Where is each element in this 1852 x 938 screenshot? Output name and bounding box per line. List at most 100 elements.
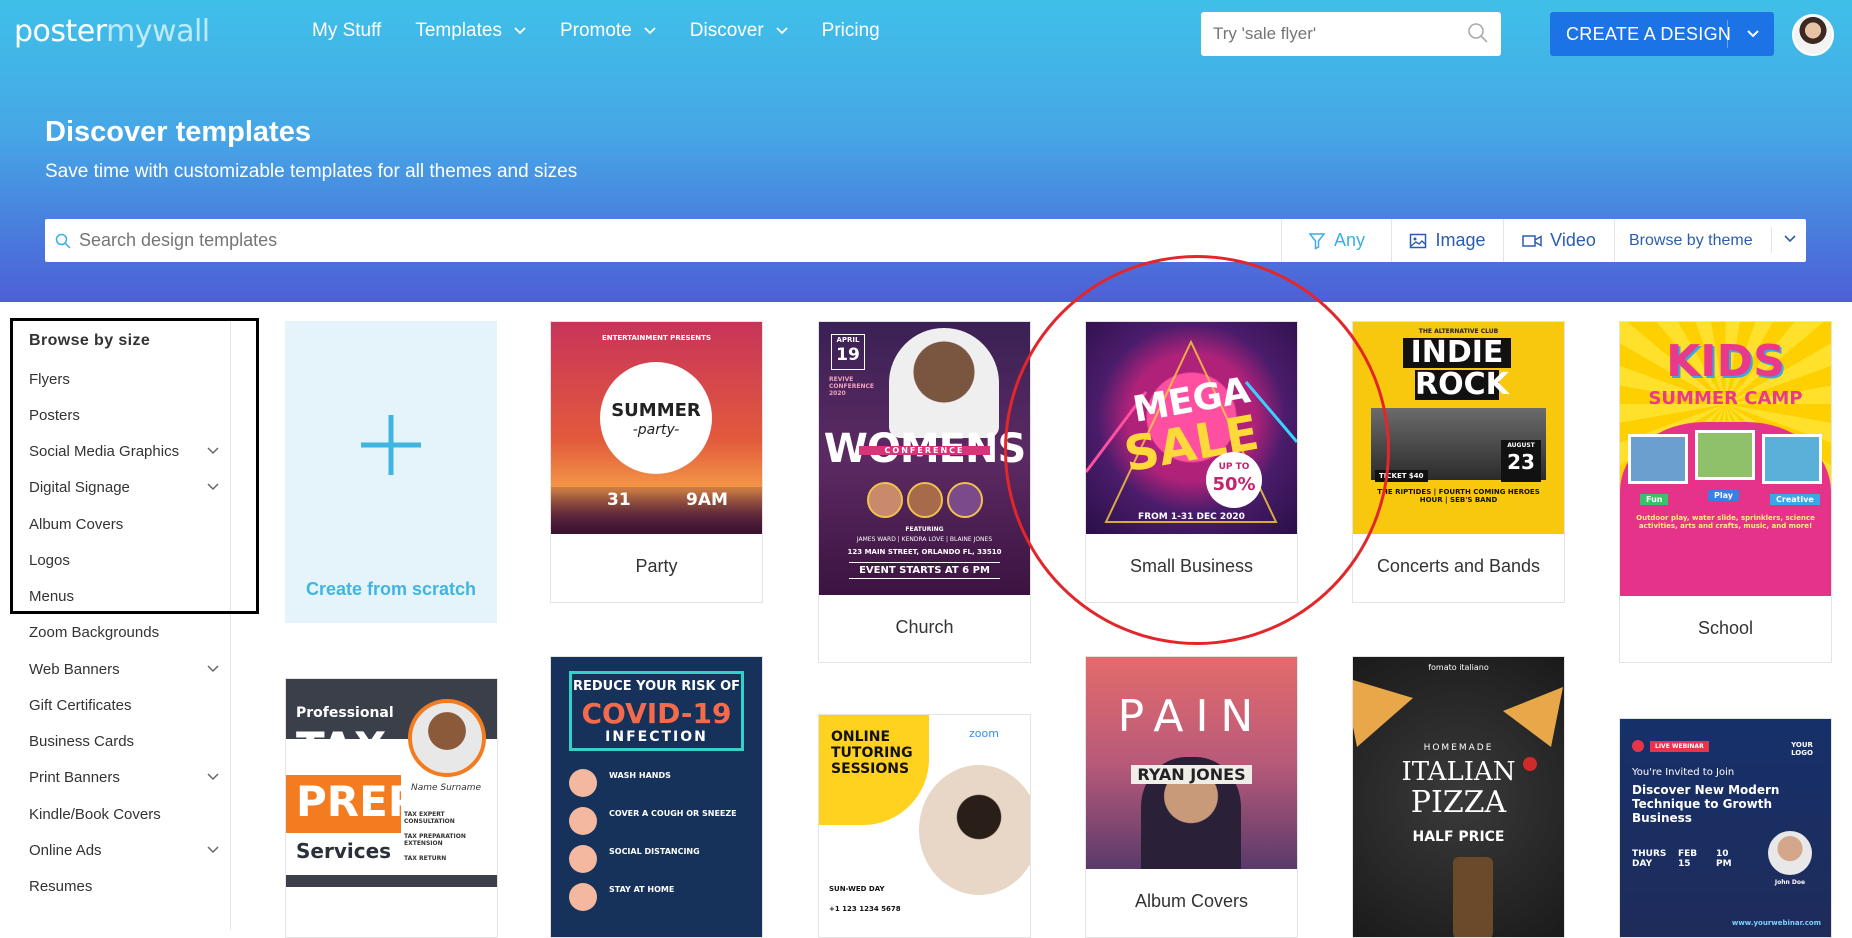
thumb-photo bbox=[1762, 434, 1822, 484]
sidebar-item-label: Social Media Graphics bbox=[29, 442, 180, 460]
template-search-bar: Any Image Video Browse by theme bbox=[45, 219, 1806, 262]
template-card-online-tutoring[interactable]: ONLINE TUTORING SESSIONS zoom SUN-WED DA… bbox=[818, 714, 1031, 938]
sidebar-item-zoom-backgrounds[interactable]: Zoom Backgrounds bbox=[29, 617, 219, 647]
filter-any-button[interactable]: Any bbox=[1282, 219, 1392, 262]
create-from-scratch-card[interactable]: Create from scratch bbox=[285, 321, 497, 623]
template-card-tax-prep[interactable]: Professional TAX PREP Services Name Surn… bbox=[285, 678, 498, 938]
template-card-covid[interactable]: REDUCE YOUR RISK OF COVID-19 INFECTION W… bbox=[550, 656, 763, 938]
chevron-down-icon bbox=[776, 27, 788, 35]
chevron-down-icon[interactable] bbox=[207, 482, 219, 492]
thumb-photo bbox=[1628, 434, 1688, 484]
sidebar-item-business-cards[interactable]: Business Cards bbox=[29, 726, 219, 756]
thumb-text: RYAN JONES bbox=[1131, 765, 1252, 784]
thumb-text: STAY AT HOME bbox=[609, 885, 675, 894]
chevron-down-icon[interactable] bbox=[1746, 28, 1760, 40]
top-search-input[interactable] bbox=[1213, 24, 1453, 44]
thumb-text: +1 123 1234 5678 bbox=[829, 905, 901, 913]
thumb-text: TAX EXPERT CONSULTATION bbox=[404, 811, 455, 825]
thumb-photo bbox=[1695, 430, 1755, 480]
chevron-down-icon[interactable] bbox=[207, 772, 219, 782]
thumb-text: SOCIAL DISTANCING bbox=[609, 847, 700, 856]
nav-templates[interactable]: Templates bbox=[415, 20, 526, 42]
template-card-school[interactable]: KIDS SUMMER CAMP Fun Play Creative Outdo… bbox=[1619, 321, 1832, 663]
template-card-album-covers[interactable]: PAIN RYAN JONES Album Covers bbox=[1085, 656, 1298, 938]
thumb-text: THE ALTERNATIVE CLUB bbox=[1418, 328, 1499, 335]
thumb-text: CONFERENCE bbox=[859, 446, 990, 455]
template-thumbnail-church: APRIL 19 REVIVE CONFERENCE 2020 WOMENS C… bbox=[819, 322, 1030, 595]
sidebar-item-gift-certificates[interactable]: Gift Certificates bbox=[29, 690, 219, 720]
sidebar-item-flyers[interactable]: Flyers bbox=[29, 364, 219, 394]
sidebar-item-menus[interactable]: Menus bbox=[29, 581, 219, 611]
top-search-box[interactable] bbox=[1201, 12, 1501, 56]
sidebar-item-label: Print Banners bbox=[29, 768, 120, 786]
thumb-text: INDIE bbox=[1403, 338, 1511, 368]
filter-video-button[interactable]: Video bbox=[1504, 219, 1615, 262]
nav-label: Promote bbox=[559, 20, 632, 41]
create-a-design-button[interactable]: CREATE A DESIGN bbox=[1550, 12, 1774, 56]
thumb-text: SUN-WED DAY bbox=[829, 885, 885, 893]
thumb-text: Fun bbox=[1640, 494, 1669, 505]
thumb-text: COVID-19 bbox=[581, 697, 732, 730]
sidebar-item-social-media-graphics[interactable]: Social Media Graphics bbox=[29, 436, 219, 466]
chevron-down-icon[interactable] bbox=[207, 446, 219, 456]
thumb-text: Name Surname bbox=[410, 783, 482, 793]
thumb-text: YOUR LOGO bbox=[1791, 741, 1813, 757]
search-icon[interactable] bbox=[1467, 22, 1489, 44]
template-card-small-business[interactable]: MEGA SALE UP TO 50% FROM 1-31 DEC 2020 S… bbox=[1085, 321, 1298, 603]
browse-by-theme-dropdown[interactable]: Browse by theme bbox=[1615, 219, 1806, 262]
thumb-text: REDUCE YOUR RISK OF bbox=[572, 679, 741, 694]
sidebar-item-kindle-book-covers[interactable]: Kindle/Book Covers bbox=[29, 799, 219, 829]
user-avatar[interactable] bbox=[1792, 14, 1834, 56]
nav-promote[interactable]: Promote bbox=[560, 20, 656, 42]
thumb-student-photo bbox=[919, 765, 1030, 895]
thumb-text: TICKET $40 bbox=[1375, 470, 1428, 482]
thumb-text: 19 bbox=[836, 345, 860, 365]
template-card-concerts-and-bands[interactable]: THE ALTERNATIVE CLUB INDIE ROCK TICKET $… bbox=[1352, 321, 1565, 603]
sidebar-item-logos[interactable]: Logos bbox=[29, 545, 219, 575]
nav-pricing[interactable]: Pricing bbox=[822, 20, 880, 42]
template-card-party[interactable]: ENTERTAINMENT PRESENTS SUMMER -party- 31… bbox=[550, 321, 763, 603]
thumb-text: FEATURING bbox=[905, 526, 944, 533]
thumb-text: ITALIAN bbox=[1401, 757, 1516, 787]
thumb-text: 123 MAIN STREET, ORLANDO FL, 33510 bbox=[847, 548, 1002, 556]
create-from-scratch-label: Create from scratch bbox=[305, 579, 477, 599]
thumb-icon-cough bbox=[569, 807, 597, 835]
page-title: Discover templates bbox=[45, 116, 311, 148]
template-search-field[interactable] bbox=[45, 219, 1282, 262]
chevron-down-icon[interactable] bbox=[207, 664, 219, 674]
sidebar-item-resumes[interactable]: Resumes bbox=[29, 871, 219, 901]
template-card-webinar[interactable]: LIVE WEBINAR YOUR LOGO You're Invited to… bbox=[1619, 718, 1832, 938]
thumb-text: John Doe bbox=[1774, 879, 1806, 886]
template-caption: Church bbox=[895, 617, 954, 637]
template-caption: Party bbox=[635, 556, 678, 576]
nav-my-stuff[interactable]: My Stuff bbox=[312, 20, 381, 42]
nav-discover[interactable]: Discover bbox=[690, 20, 788, 42]
filter-video-label: Video bbox=[1550, 230, 1596, 250]
thumb-pizza-slice bbox=[1353, 677, 1413, 747]
thumb-text: WASH HANDS bbox=[609, 771, 671, 780]
template-thumbnail-album: PAIN RYAN JONES bbox=[1086, 657, 1297, 869]
chevron-down-icon[interactable] bbox=[207, 845, 219, 855]
sidebar-item-album-covers[interactable]: Album Covers bbox=[29, 509, 219, 539]
sidebar-item-digital-signage[interactable]: Digital Signage bbox=[29, 472, 219, 502]
browse-theme-label: Browse by theme bbox=[1629, 231, 1753, 249]
postermywall-logo[interactable]: postermywall bbox=[14, 14, 210, 49]
template-thumbnail-school: KIDS SUMMER CAMP Fun Play Creative Outdo… bbox=[1620, 322, 1831, 596]
sidebar-item-label: Menus bbox=[29, 587, 75, 605]
sidebar-item-label: Posters bbox=[29, 406, 80, 424]
thumb-text: PIZZA bbox=[1410, 785, 1507, 820]
filter-icon bbox=[1308, 232, 1326, 250]
template-card-italian-pizza[interactable]: fomato italiano HOMEMADE ITALIAN PIZZA H… bbox=[1352, 656, 1565, 938]
template-search-input[interactable] bbox=[79, 230, 1259, 251]
sidebar-item-posters[interactable]: Posters bbox=[29, 400, 219, 430]
thumb-text: Discover New Modern Technique to Growth … bbox=[1632, 783, 1780, 825]
filter-image-button[interactable]: Image bbox=[1392, 219, 1504, 262]
template-thumbnail-tax: Professional TAX PREP Services Name Surn… bbox=[286, 679, 497, 919]
sidebar-item-print-banners[interactable]: Print Banners bbox=[29, 762, 219, 792]
thumb-text: FEB 15 bbox=[1678, 849, 1698, 869]
template-thumbnail-small-business: MEGA SALE UP TO 50% FROM 1-31 DEC 2020 bbox=[1086, 322, 1297, 534]
sidebar-item-web-banners[interactable]: Web Banners bbox=[29, 654, 219, 684]
sidebar-item-online-ads[interactable]: Online Ads bbox=[29, 835, 219, 865]
sidebar-item-label: Zoom Backgrounds bbox=[29, 623, 160, 641]
template-card-church[interactable]: APRIL 19 REVIVE CONFERENCE 2020 WOMENS C… bbox=[818, 321, 1031, 663]
